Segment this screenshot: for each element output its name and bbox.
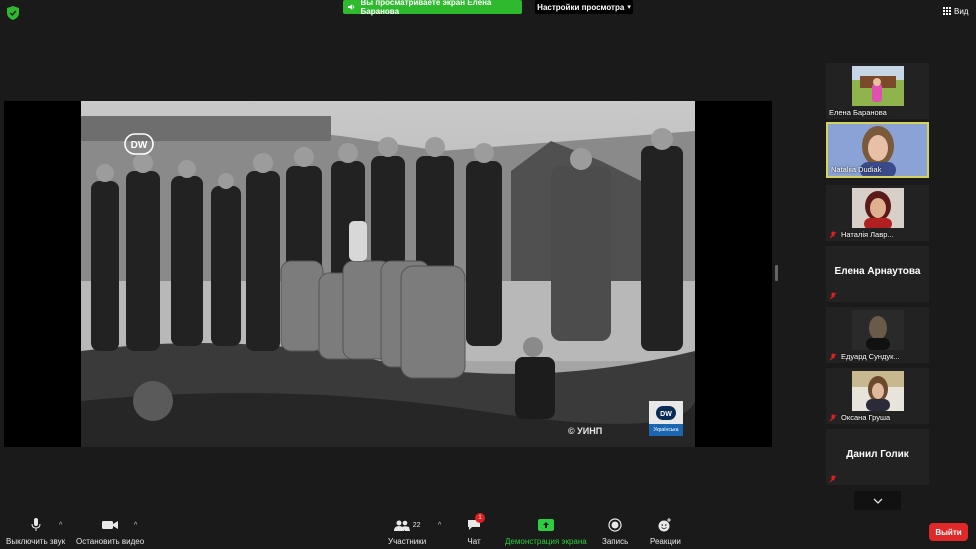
record-button[interactable]: Запись <box>602 516 628 546</box>
participant-name: Наталія Лавр... <box>829 230 894 239</box>
participant-tile[interactable]: Оксана Груша <box>826 368 929 424</box>
share-notice-text: Вы просматриваете экран Елена Баранова <box>360 0 492 16</box>
video-camera-icon <box>102 521 119 529</box>
svg-text:DW: DW <box>660 411 672 418</box>
participant-name: Nataliia Dudiak <box>831 165 882 174</box>
participant-status <box>829 292 841 300</box>
participant-name: Оксана Груша <box>829 413 890 422</box>
view-options-button[interactable]: Настройки просмотра ▾ <box>535 0 633 14</box>
participant-video <box>852 371 904 411</box>
dw-badge-subtitle: Українська <box>649 424 683 436</box>
view-label: Вид <box>954 6 969 16</box>
shared-historical-photo: DW <box>81 101 695 447</box>
chat-label: Чат <box>467 537 481 546</box>
muted-mic-icon <box>829 292 837 300</box>
chevron-down-icon <box>873 498 882 504</box>
participant-status <box>829 475 841 483</box>
speaker-icon <box>348 4 355 10</box>
participant-video <box>852 188 904 228</box>
mute-button[interactable]: Выключить звук <box>6 516 65 546</box>
chevron-down-icon: ▾ <box>627 4 631 11</box>
zoom-meeting-window: Вы просматриваете экран Елена Баранова Н… <box>0 0 976 549</box>
muted-mic-icon <box>829 353 837 360</box>
chat-unread-badge: 1 <box>475 513 485 523</box>
view-button[interactable]: Вид <box>943 5 968 17</box>
participant-tile[interactable]: Данил Голик <box>826 429 929 485</box>
participants-button[interactable]: 22 Участники <box>388 516 426 546</box>
share-notice-pill: Вы просматриваете экран Елена Баранова <box>343 0 522 16</box>
dw-channel-badge: DW Українська <box>649 401 683 436</box>
meeting-toolbar: Выключить звук ^ Остановить видео ^ 22 У… <box>0 513 976 549</box>
reactions-label: Реакции <box>650 537 681 546</box>
participants-icon <box>393 520 410 531</box>
reactions-button[interactable]: Реакции <box>650 516 681 546</box>
participants-label: Участники <box>388 537 427 546</box>
share-screen-icon <box>537 519 554 531</box>
participant-name: Елена Баранова <box>829 108 887 117</box>
participant-video <box>852 66 904 106</box>
participant-video <box>852 310 904 350</box>
video-options-caret[interactable]: ^ <box>134 522 137 529</box>
participant-name: Едуард Сундук... <box>829 352 900 361</box>
chat-button[interactable]: 1 Чат <box>467 513 485 546</box>
stop-video-label: Остановить видео <box>76 537 145 546</box>
participants-options-caret[interactable]: ^ <box>438 522 441 529</box>
participant-tile[interactable]: Елена Баранова <box>826 63 929 119</box>
muted-mic-icon <box>829 231 837 238</box>
splitter-handle[interactable] <box>775 265 778 281</box>
stop-video-button[interactable]: Остановить видео <box>76 516 144 546</box>
shield-icon[interactable] <box>7 6 19 20</box>
participant-tile-active-speaker[interactable]: Nataliia Dudiak <box>826 122 929 178</box>
microphone-icon <box>31 518 41 531</box>
participant-name-placeholder: Елена Арнаутова <box>834 266 921 277</box>
view-options-label: Настройки просмотра <box>537 2 625 12</box>
share-screen-label: Демонстрация экрана <box>505 537 587 546</box>
participant-tile[interactable]: Едуард Сундук... <box>826 307 929 363</box>
svg-text:DW: DW <box>131 140 148 151</box>
shared-screen[interactable]: DW © УИНП DW Українська <box>4 101 772 447</box>
grid-icon <box>943 7 951 15</box>
share-screen-button[interactable]: Демонстрация экрана <box>505 516 587 546</box>
mute-label: Выключить звук <box>6 537 66 546</box>
record-icon <box>608 518 622 532</box>
photo-watermark: © УИНП <box>568 426 603 436</box>
reaction-smiley-icon <box>658 518 672 532</box>
participant-name-placeholder: Данил Голик <box>846 449 909 460</box>
audio-options-caret[interactable]: ^ <box>59 522 62 529</box>
dw-logo: DW <box>124 133 154 155</box>
record-label: Запись <box>602 537 629 546</box>
leave-meeting-button[interactable]: Выйти <box>929 523 968 541</box>
participants-count: 22 <box>412 521 421 529</box>
participant-tile[interactable]: Елена Арнаутова <box>826 246 929 302</box>
gallery-scroll-down-button[interactable] <box>854 491 901 510</box>
participant-tile[interactable]: Наталія Лавр... <box>826 185 929 241</box>
muted-mic-icon <box>829 414 837 421</box>
muted-mic-icon <box>829 475 837 483</box>
